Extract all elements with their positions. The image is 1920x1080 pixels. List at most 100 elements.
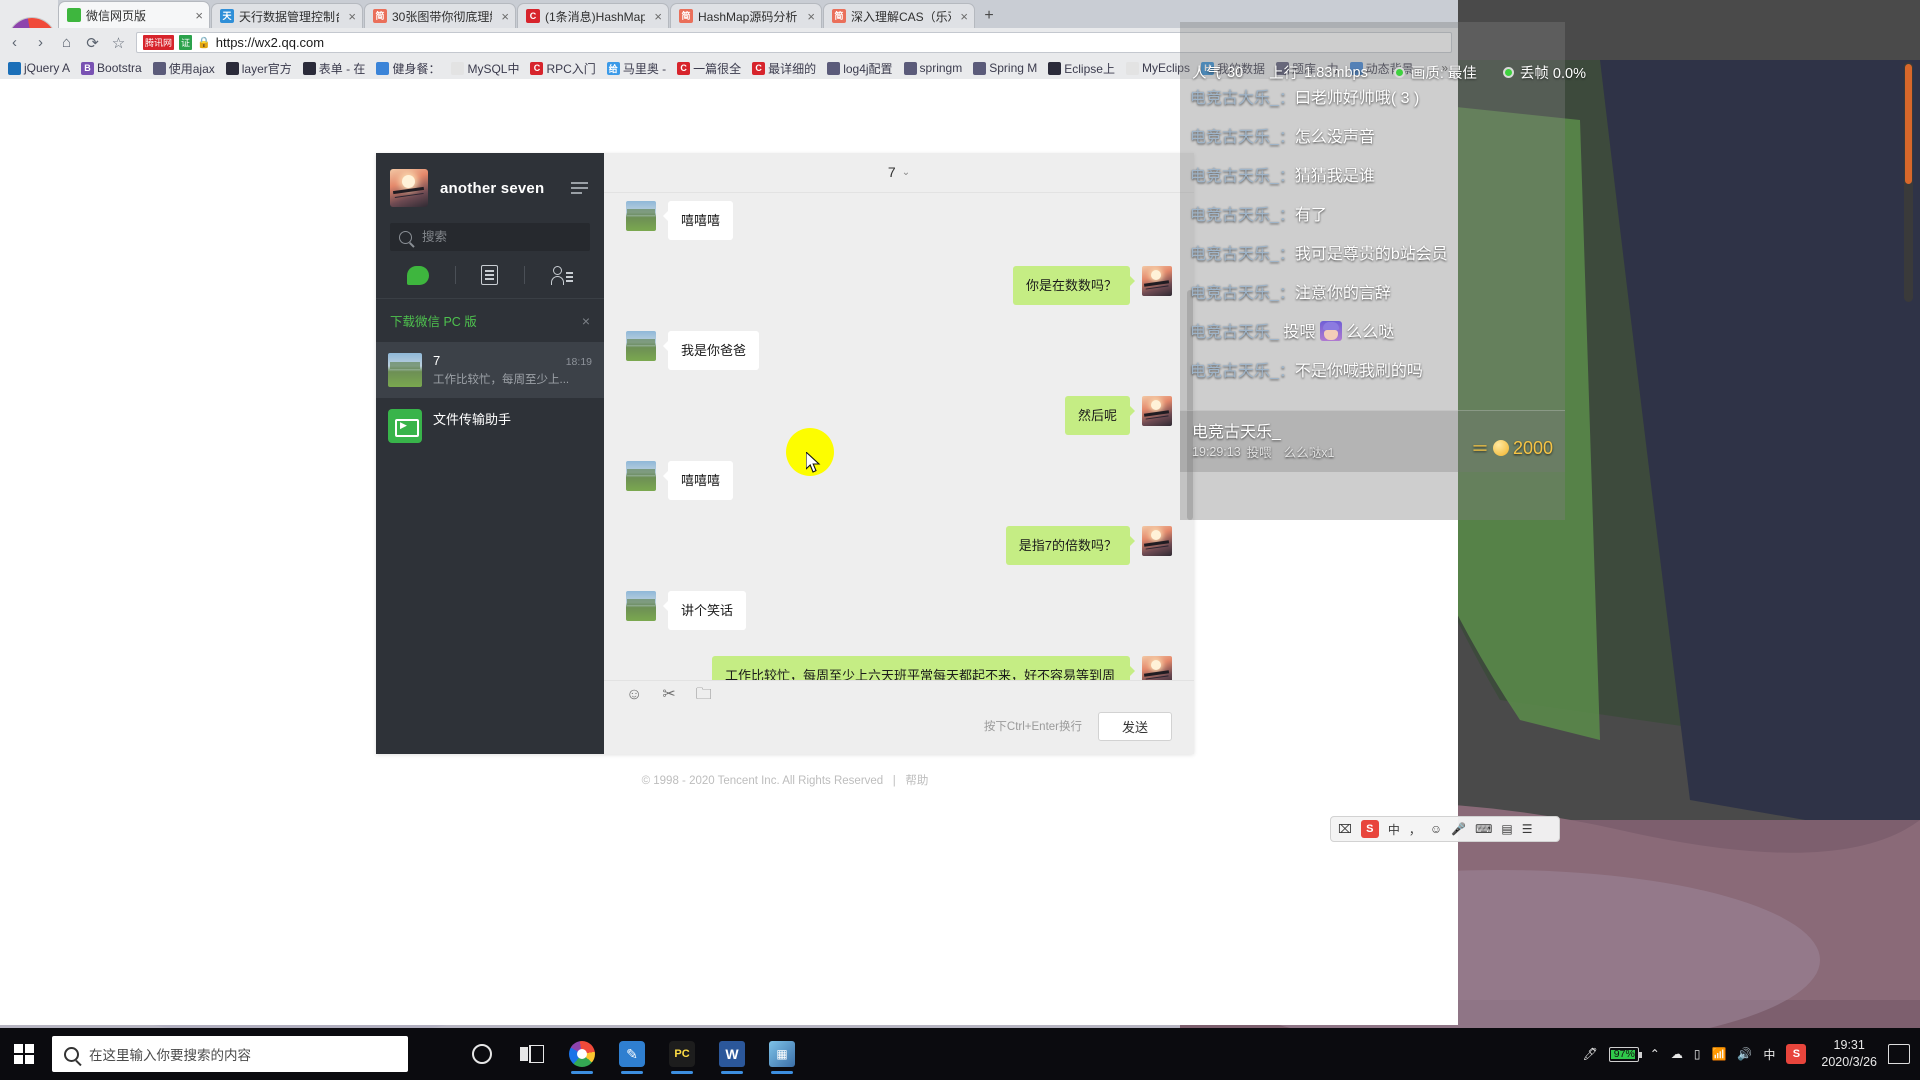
message-bubble[interactable]: 讲个笑话 (662, 591, 747, 631)
message-bubble[interactable]: 然后呢 (1064, 395, 1136, 436)
bookmark-favicon-icon: C (530, 61, 544, 75)
ime-mode-label[interactable]: 中 (1388, 821, 1400, 838)
bookmark-item[interactable]: layer官方 (222, 59, 296, 78)
close-icon[interactable]: × (344, 9, 356, 24)
taskbar-clock[interactable]: 19:31 2020/3/26 (1817, 1037, 1877, 1071)
chevron-up-icon[interactable]: ⌃ (1650, 1047, 1660, 1061)
bookmark-item[interactable]: C 最详细的 (748, 59, 820, 78)
network-icon[interactable]: 📶 (1711, 1047, 1726, 1061)
close-icon[interactable]: × (191, 8, 203, 23)
folder-icon[interactable]: 🗀 (696, 686, 712, 703)
chat-message: 讲个笑话 (626, 591, 1172, 631)
battery-percent: 97% (1613, 1048, 1635, 1060)
bookmark-item[interactable]: 表单 - 在 (299, 59, 370, 78)
taskbar-search[interactable]: 在这里输入你要搜索的内容 (52, 1036, 408, 1072)
message-bubble[interactable]: 我是你爸爸 (662, 330, 760, 370)
microphone-icon[interactable]: 🎤 (1451, 822, 1466, 836)
message-bubble[interactable]: 工作比较忙，每周至少上六天班平常每天都起不来，好不容易等到周日不用早起，结果周日… (712, 656, 1135, 680)
task-view-icon[interactable] (512, 1032, 552, 1076)
message-bubble[interactable]: 嘻嘻嘻 (662, 461, 734, 501)
comma-icon[interactable]: ， (1409, 821, 1421, 838)
pen-icon[interactable]: 🖊 (1583, 1047, 1598, 1061)
conversation-item[interactable]: 文件传输助手 (376, 398, 604, 454)
menu-icon[interactable]: ☰ (1522, 822, 1533, 836)
bookmark-item[interactable]: 健身餐： (372, 59, 444, 78)
language-indicator[interactable]: 中 (1763, 1046, 1775, 1063)
popularity-value: 30 (1227, 64, 1244, 81)
chat-bubble-icon[interactable] (406, 265, 429, 285)
bookmark-item[interactable]: Spring M (969, 60, 1041, 76)
bookmark-item[interactable]: log4j配置 (823, 59, 896, 78)
close-icon[interactable]: × (956, 9, 968, 24)
stream-stats: 人气 30 上行 1.83mbps 画质: 最佳 丢帧 0.0% (1192, 62, 1586, 83)
bookmark-item[interactable]: jQuery A (4, 60, 74, 76)
close-icon[interactable]: × (650, 9, 662, 24)
bookmark-item[interactable]: MySQL中 (447, 59, 523, 78)
toolbox-icon[interactable]: ▤ (1501, 822, 1512, 836)
close-icon[interactable]: × (803, 9, 815, 24)
browser-tab[interactable]: 简 30张图带你彻底理解红黑 × (364, 3, 516, 28)
volume-icon[interactable]: 🔊 (1737, 1047, 1752, 1061)
emoji-icon[interactable]: ☺ (626, 686, 642, 703)
cloud-icon[interactable]: ☁ (1671, 1047, 1683, 1061)
chevron-down-icon[interactable]: ⌄ (902, 167, 910, 178)
message-bubble[interactable]: 是指7的倍数吗？ (1005, 526, 1136, 566)
bookmark-item[interactable]: C 一篇很全 (673, 59, 745, 78)
bookmark-favicon-icon (1048, 61, 1062, 75)
editor-icon[interactable]: ✎ (612, 1032, 652, 1076)
bookmark-star-icon[interactable]: ☆ (110, 34, 127, 52)
browser-tab[interactable]: 简 HashMap源码分析 - 简 × (670, 3, 822, 28)
battery-indicator[interactable]: 97% (1608, 1046, 1642, 1062)
bookmark-item[interactable]: C RPC入门 (526, 59, 599, 78)
download-pc-link[interactable]: 下载微信 PC 版 (390, 311, 477, 330)
help-link[interactable]: 帮助 (905, 775, 928, 787)
message-bubble[interactable]: 你是在数数吗？ (1012, 265, 1136, 305)
close-icon[interactable]: × (497, 9, 509, 24)
close-icon[interactable]: × (582, 313, 590, 329)
bookmark-item[interactable]: 给马里奥 - (603, 59, 670, 78)
reload-icon[interactable]: ⟳ (84, 34, 101, 52)
hamburger-icon[interactable] (571, 182, 590, 194)
send-button[interactable]: 发送 (1098, 711, 1172, 741)
bookmark-item[interactable]: springm (900, 60, 967, 76)
browser-tab[interactable]: 天天行数据管理控制台首页 × (211, 3, 363, 28)
screenshot-icon[interactable]: ⌧ (1338, 822, 1352, 836)
bookmark-item[interactable]: 使用ajax (149, 59, 219, 78)
start-button[interactable] (0, 1028, 48, 1080)
bookmark-favicon-icon: C (677, 61, 691, 75)
pycharm-icon[interactable]: PC (662, 1032, 702, 1076)
new-tab-button[interactable]: + (976, 4, 1002, 28)
sogou-logo-icon[interactable]: S (1360, 820, 1379, 838)
browser-tab[interactable]: 简深入理解CAS（乐观锁） × (823, 3, 975, 28)
wechat-web-app: another seven 下载微信 PC 版 × 7 18:19 工作比较忙，每周… (376, 153, 1194, 787)
notification-icon[interactable] (1888, 1044, 1910, 1064)
back-icon[interactable]: ‹ (6, 34, 23, 51)
forward-icon[interactable]: › (32, 34, 49, 51)
note-icon[interactable] (481, 265, 499, 285)
word-icon[interactable]: W (712, 1032, 752, 1076)
danmaku-scrollbar[interactable] (1904, 62, 1913, 302)
message-bubble[interactable]: 嘻嘻嘻 (662, 200, 734, 240)
browser-tab[interactable]: C (1条消息)HashMap底层 × (517, 3, 669, 28)
chrome-icon[interactable] (562, 1032, 602, 1076)
keyboard-icon[interactable]: ⌨ (1475, 822, 1492, 836)
scissors-icon[interactable]: ✂ (662, 686, 675, 703)
avatar[interactable] (390, 169, 428, 207)
cortana-icon[interactable] (462, 1032, 502, 1076)
bookmark-item[interactable]: B Bootstra (77, 60, 146, 76)
search-box[interactable] (390, 223, 590, 251)
contact-icon[interactable] (551, 265, 574, 285)
emoji-icon[interactable]: ☺ (1430, 822, 1442, 836)
conversation-item[interactable]: 7 18:19 工作比较忙，每周至少上... (376, 342, 604, 398)
onedrive-icon[interactable]: ▯ (1694, 1047, 1701, 1061)
home-icon[interactable]: ⌂ (58, 34, 75, 51)
gift-icon (1319, 321, 1342, 341)
danmaku-message: 电竞古天乐_ 投喂 么么哒 (1190, 318, 1394, 342)
wechat-sidebar: another seven 下载微信 PC 版 × 7 18:19 工作比较忙，每周… (376, 153, 604, 754)
bookmark-item[interactable]: Eclipse上 (1044, 59, 1119, 78)
app-icon[interactable]: ▦ (762, 1032, 802, 1076)
browser-tab[interactable]: 微信网页版 × (58, 1, 210, 28)
search-icon (399, 230, 412, 244)
search-input[interactable] (420, 229, 581, 245)
sogou-tray-icon[interactable]: S (1786, 1044, 1807, 1064)
